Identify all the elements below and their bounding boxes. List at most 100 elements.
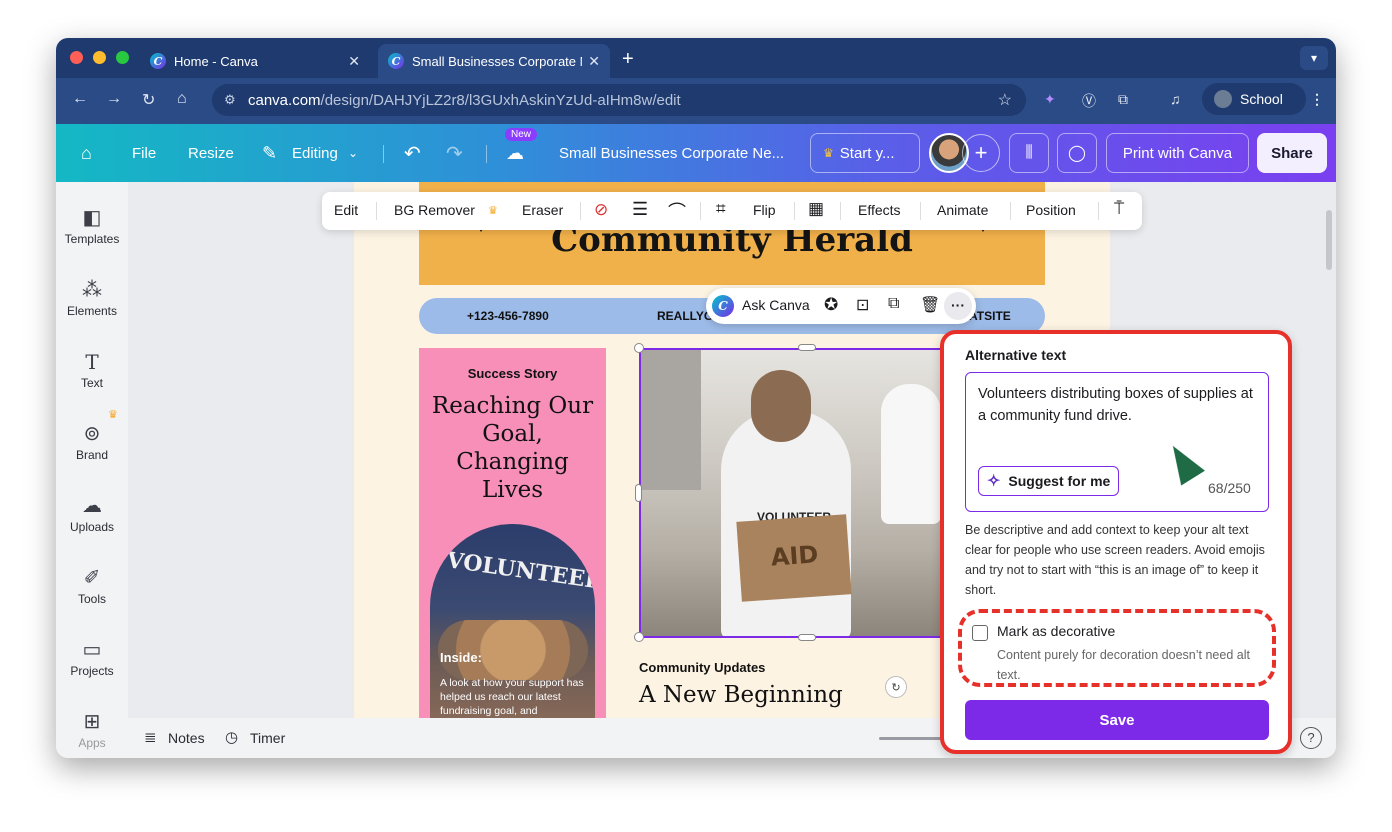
- timer-button[interactable]: Timer: [250, 730, 285, 746]
- sidebar-item-templates[interactable]: ◧ Templates: [56, 198, 128, 262]
- effects-button[interactable]: Effects: [858, 202, 901, 218]
- editing-mode-menu[interactable]: Editing: [292, 124, 338, 182]
- apps-icon: ⊞: [83, 711, 101, 733]
- notes-button[interactable]: Notes: [168, 730, 205, 746]
- corner-rounding-icon[interactable]: ⌒: [668, 198, 686, 224]
- divider: [383, 145, 384, 163]
- selected-photo[interactable]: VOLUNTEER AID: [639, 348, 975, 638]
- mark-decorative-label[interactable]: Mark as decorative: [997, 623, 1115, 639]
- more-options-icon[interactable]: ···: [944, 292, 972, 320]
- start-trial-button[interactable]: ♛ Start y...: [810, 133, 920, 173]
- extension-puzzle-icon[interactable]: ✦: [1044, 91, 1056, 108]
- back-arrow-icon[interactable]: ←: [72, 90, 88, 108]
- elements-icon: ⁂: [82, 279, 102, 301]
- divider: [486, 145, 487, 163]
- media-controls-icon[interactable]: ♫: [1170, 91, 1181, 107]
- sidebar-item-elements[interactable]: ⁂ Elements: [56, 270, 128, 334]
- lock-icon[interactable]: ⊡: [856, 295, 869, 315]
- success-story-column[interactable]: Success Story Reaching Our Goal, Changin…: [419, 348, 606, 718]
- home-icon[interactable]: ⌂: [177, 90, 187, 108]
- close-tab-icon[interactable]: ✕: [348, 53, 360, 70]
- photo-person-background: [881, 384, 941, 524]
- redo-icon[interactable]: ↷: [446, 124, 463, 182]
- resize-handle-top-left[interactable]: [634, 343, 644, 353]
- reload-icon[interactable]: ↻: [142, 90, 155, 110]
- suggest-for-me-button[interactable]: ✧ Suggest for me: [978, 466, 1119, 496]
- close-window-button[interactable]: [70, 51, 83, 64]
- uploads-icon: ☁: [82, 495, 102, 517]
- home-icon[interactable]: ⌂: [81, 124, 92, 182]
- tab-title: Small Businesses Corporate N: [412, 53, 582, 69]
- share-button[interactable]: Share: [1257, 133, 1327, 173]
- flip-button[interactable]: Flip: [753, 202, 776, 218]
- transparency-icon[interactable]: ▦: [808, 199, 824, 219]
- mark-decorative-checkbox[interactable]: [972, 625, 988, 641]
- ask-canva-button[interactable]: Ask Canva: [742, 297, 810, 313]
- sidebar-item-uploads[interactable]: ☁ Uploads: [56, 486, 128, 550]
- resize-menu[interactable]: Resize: [188, 124, 234, 182]
- forward-arrow-icon[interactable]: →: [106, 90, 122, 108]
- sidebar-item-text[interactable]: T Text: [56, 342, 128, 406]
- bookmark-star-icon[interactable]: ☆: [998, 90, 1012, 110]
- resize-handle-bottom-left[interactable]: [634, 632, 644, 642]
- zoom-window-button[interactable]: [116, 51, 129, 64]
- edit-button[interactable]: Edit: [334, 202, 358, 218]
- file-menu[interactable]: File: [132, 124, 156, 182]
- sidebar-item-label: Tools: [77, 592, 106, 606]
- resize-handle-left[interactable]: [635, 484, 642, 502]
- element-toolbar: Edit BG Remover ♛ Eraser ⊘ ☰ ⌒ ⌗ Flip ▦ …: [322, 192, 1142, 230]
- tab-design[interactable]: C Small Businesses Corporate N ✕: [378, 44, 610, 78]
- site-info-icon[interactable]: ⚙: [224, 92, 236, 108]
- tab-home[interactable]: C Home - Canva ✕: [140, 44, 370, 78]
- sidebar-item-brand[interactable]: ⊚ Brand: [56, 414, 128, 478]
- print-with-canva-button[interactable]: Print with Canva: [1106, 133, 1249, 173]
- comment-icon[interactable]: ◯: [1057, 133, 1097, 173]
- url-host: canva.com: [248, 91, 321, 109]
- sidebar-item-label: Templates: [64, 232, 120, 246]
- new-tab-icon[interactable]: +: [622, 48, 634, 71]
- character-count: 68/250: [1208, 480, 1251, 496]
- resize-handle-top[interactable]: [798, 344, 816, 351]
- eraser-button[interactable]: Eraser: [522, 202, 563, 218]
- rotate-handle-icon[interactable]: ↻: [885, 676, 907, 698]
- bg-remover-button[interactable]: BG Remover: [394, 202, 475, 218]
- duplicate-icon[interactable]: ⧉: [888, 295, 899, 313]
- browser-menu-icon[interactable]: ⋮: [1310, 91, 1324, 108]
- tab-search-chevron-icon[interactable]: ▾: [1300, 46, 1328, 70]
- resize-handle-bottom[interactable]: [798, 634, 816, 641]
- chevron-down-icon[interactable]: ⌄: [348, 124, 358, 182]
- profile-button[interactable]: School: [1202, 83, 1306, 115]
- document-title[interactable]: Small Businesses Corporate Ne...: [559, 124, 784, 182]
- profile-label: School: [1240, 91, 1283, 107]
- position-button[interactable]: Position: [1026, 202, 1076, 218]
- sidebar-item-tools[interactable]: ✐ Tools: [56, 558, 128, 622]
- trash-icon[interactable]: 🗑: [920, 295, 940, 315]
- save-button[interactable]: Save: [965, 700, 1269, 740]
- divider: [794, 202, 795, 220]
- animate-button[interactable]: Animate: [937, 202, 988, 218]
- mark-decorative-description: Content purely for decoration doesn’t ne…: [997, 648, 1250, 682]
- copy-style-paint-roller-icon[interactable]: ⍑: [1114, 199, 1124, 219]
- start-label: Start y...: [839, 144, 895, 162]
- comment-add-icon[interactable]: ✪: [824, 295, 838, 315]
- insights-chart-icon[interactable]: ⫼: [1009, 133, 1049, 173]
- extension-vv-icon[interactable]: Ⓥ: [1082, 91, 1096, 111]
- tools-icon: ✐: [83, 567, 101, 589]
- close-tab-icon[interactable]: ✕: [588, 53, 600, 70]
- url-field[interactable]: ⚙ canva.com/design/DAHJYjLZ2r8/l3GUxhAsk…: [212, 84, 1026, 116]
- zoom-slider[interactable]: [879, 737, 949, 740]
- brand-icon: ⊚: [83, 423, 101, 445]
- help-icon[interactable]: ?: [1300, 727, 1322, 749]
- no-border-color-icon[interactable]: ⊘: [594, 200, 608, 220]
- crop-icon[interactable]: ⌗: [716, 199, 726, 219]
- sidebar-item-projects[interactable]: ▭ Projects: [56, 630, 128, 694]
- minimize-window-button[interactable]: [93, 51, 106, 64]
- invite-plus-button[interactable]: +: [962, 134, 1000, 172]
- undo-icon[interactable]: ↶: [404, 124, 421, 182]
- projects-icon: ▭: [82, 639, 102, 661]
- photo-box-text: AID: [769, 540, 820, 572]
- canvas-scrollbar[interactable]: [1326, 210, 1332, 270]
- border-style-icon[interactable]: ☰: [632, 199, 648, 220]
- sidebar-item-apps[interactable]: ⊞ Apps: [56, 702, 128, 752]
- extensions-icon[interactable]: ⧉: [1118, 91, 1128, 108]
